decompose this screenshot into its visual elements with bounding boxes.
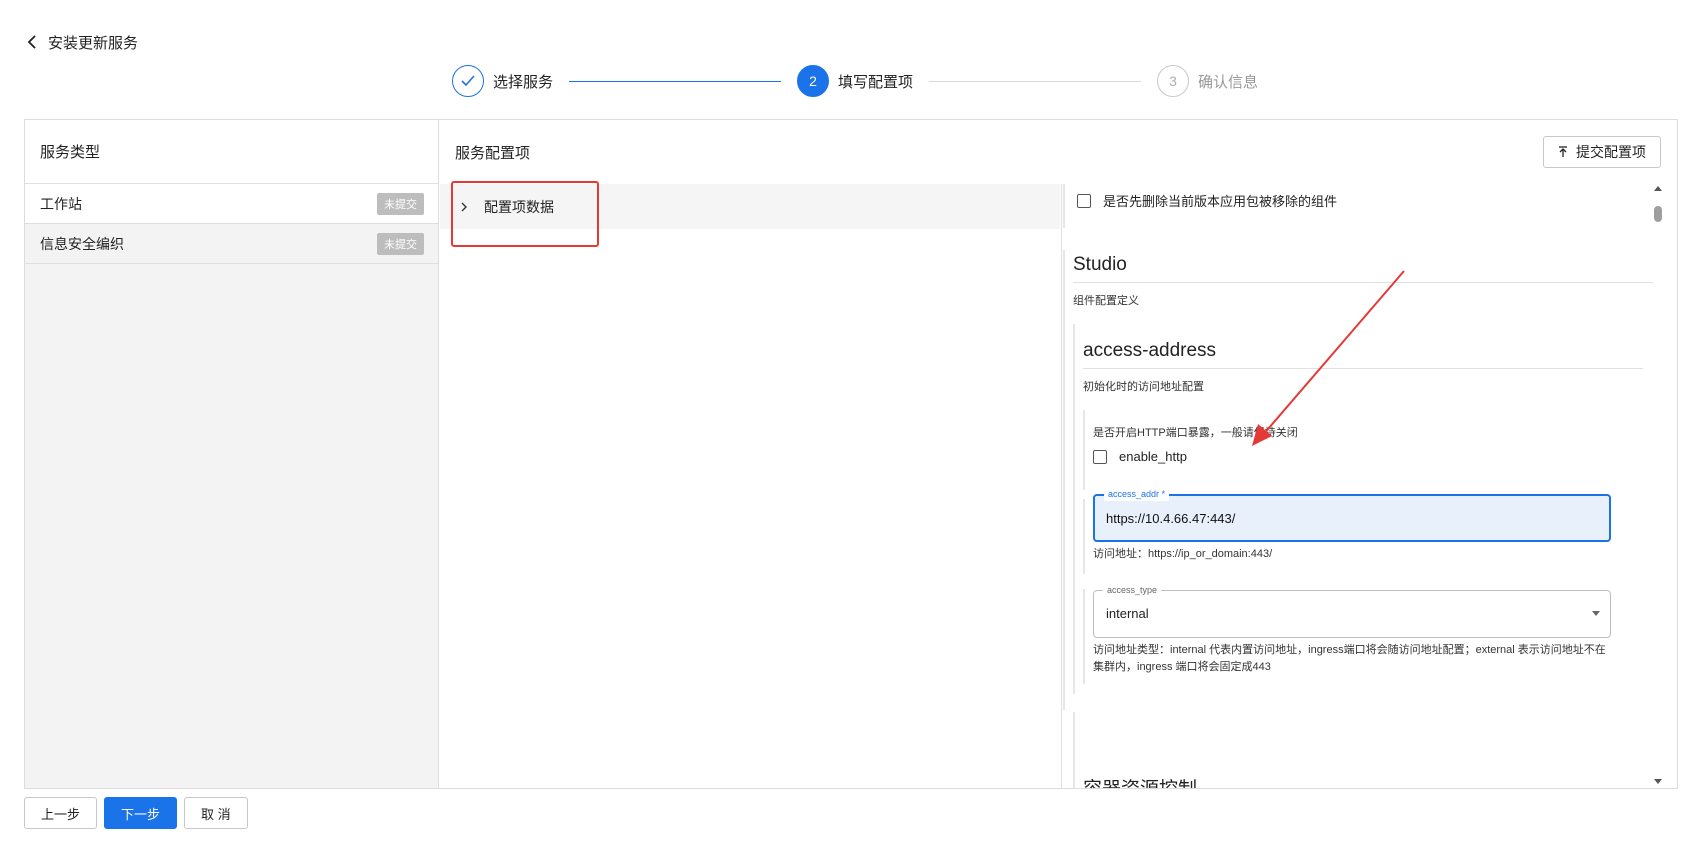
access-type-value: internal	[1106, 606, 1149, 621]
divider	[1061, 184, 1062, 788]
scrollbar[interactable]	[1652, 184, 1664, 788]
remove-components-label: 是否先删除当前版本应用包被移除的组件	[1103, 194, 1338, 209]
stepper: 选择服务 2 填写配置项 3 确认信息	[452, 64, 1258, 98]
remove-components-checkbox[interactable]	[1077, 193, 1091, 208]
scroll-thumb[interactable]	[1654, 206, 1662, 222]
config-form: 是否先删除当前版本应用包被移除的组件 Studio 组件配置定义 access-…	[1063, 184, 1653, 788]
section-indent-bar	[1073, 324, 1075, 694]
enable-http-checkbox[interactable]	[1093, 449, 1107, 464]
panel-title: 服务配置项	[455, 145, 531, 162]
cancel-button[interactable]: 取 消	[184, 797, 248, 829]
footer-actions: 上一步 下一步 取 消	[24, 797, 255, 829]
resource-control-section-title: 容器资源控制	[1083, 774, 1197, 788]
enable-http-row: enable_http	[1093, 449, 1187, 464]
divider	[1073, 282, 1653, 283]
submit-config-button[interactable]: 提交配置项	[1543, 136, 1661, 168]
step-number: 3	[1157, 65, 1190, 97]
submit-config-label: 提交配置项	[1576, 144, 1646, 160]
status-badge: 未提交	[377, 192, 424, 215]
service-item-label: 信息安全编织	[40, 235, 124, 252]
section-indent-bar	[1083, 499, 1085, 574]
annotation-highlight-box	[451, 181, 599, 247]
divider	[1083, 368, 1643, 369]
section-indent-bar	[1063, 184, 1065, 228]
service-type-panel: 服务类型 工作站 未提交 信息安全编织 未提交	[25, 120, 439, 788]
panel-title: 服务类型	[25, 120, 438, 184]
http-exposure-desc: 是否开启HTTP端口暴露，一般请保持关闭	[1093, 427, 1298, 439]
access-addr-field[interactable]: access_addr *	[1093, 487, 1611, 542]
step-connector	[569, 80, 782, 82]
caret-down-icon	[1592, 611, 1600, 616]
step-confirm[interactable]: 3 确认信息	[1157, 65, 1258, 97]
service-item-label: 工作站	[40, 195, 82, 212]
enable-http-label: enable_http	[1119, 449, 1187, 464]
section-indent-bar	[1083, 589, 1085, 684]
step-connector	[929, 80, 1142, 82]
remove-components-row: 是否先删除当前版本应用包被移除的组件	[1077, 191, 1337, 210]
main-container: 服务类型 工作站 未提交 信息安全编织 未提交 服务配置项 配置项数据 提交配置…	[24, 119, 1678, 789]
access-type-select[interactable]: access_type internal	[1093, 583, 1611, 638]
chevron-left-icon[interactable]	[24, 34, 40, 50]
scroll-down-icon[interactable]	[1654, 779, 1662, 784]
service-item-workstation[interactable]: 工作站 未提交	[25, 184, 438, 224]
check-icon	[452, 65, 484, 97]
upload-icon	[1558, 146, 1568, 158]
step-number: 2	[797, 65, 830, 97]
access-addr-help: 访问地址：https://ip_or_domain:443/	[1093, 548, 1273, 560]
studio-section-title: Studio	[1073, 254, 1127, 275]
section-indent-bar	[1083, 410, 1085, 490]
access-addr-input[interactable]	[1106, 496, 1569, 540]
access-type-label: access_type	[1103, 583, 1162, 597]
scroll-up-icon[interactable]	[1654, 186, 1662, 191]
access-address-section-title: access-address	[1083, 340, 1217, 361]
config-tree-panel: 服务配置项 配置项数据	[440, 120, 1062, 788]
access-type-help: 访问地址类型：internal 代表内置访问地址，ingress端口将会随访问地…	[1093, 644, 1606, 673]
page-title: 安装更新服务	[48, 34, 139, 52]
section-indent-bar	[1063, 250, 1065, 710]
step-label: 选择服务	[493, 73, 554, 91]
prev-step-button[interactable]: 上一步	[24, 797, 98, 829]
studio-section-desc: 组件配置定义	[1073, 295, 1139, 307]
step-fill-config[interactable]: 2 填写配置项	[797, 65, 913, 97]
service-item-security-fabric[interactable]: 信息安全编织 未提交	[25, 224, 438, 264]
section-indent-bar	[1073, 712, 1075, 788]
step-label: 填写配置项	[838, 73, 914, 91]
step-select-service[interactable]: 选择服务	[452, 65, 553, 97]
step-label: 确认信息	[1198, 73, 1259, 91]
status-badge: 未提交	[377, 232, 424, 255]
next-step-button[interactable]: 下一步	[104, 797, 178, 829]
access-address-section-desc: 初始化时的访问地址配置	[1083, 381, 1204, 393]
page-header: 安装更新服务	[24, 30, 138, 54]
